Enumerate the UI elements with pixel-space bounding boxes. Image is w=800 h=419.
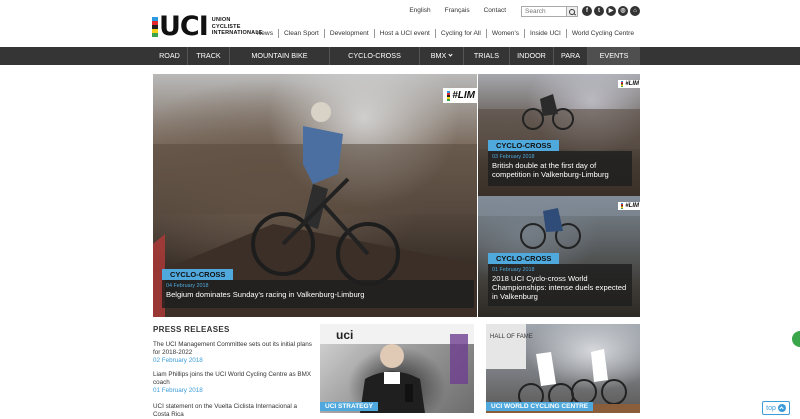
secnav-development[interactable]: Development: [323, 29, 374, 38]
hero-article-2[interactable]: #LIM CYCLO-CROSS 03 February 2018 Britis…: [478, 74, 640, 196]
nav-indoor[interactable]: INDOOR: [510, 47, 554, 65]
press-item-date: 02 February 2018: [153, 357, 203, 364]
hero-article-2-caption: 03 February 2018 British double at the f…: [488, 151, 632, 186]
secnav-world-cycling-centre[interactable]: World Cycling Centre: [565, 29, 639, 38]
language-english-link[interactable]: English: [402, 5, 437, 17]
secnav-news[interactable]: News: [252, 29, 279, 38]
hero-main-caption: 04 February 2018 Belgium dominates Sunda…: [162, 280, 474, 308]
press-item[interactable]: UCI statement on the Vuelta Ciclista Int…: [153, 403, 313, 419]
logo-letters: UCI: [159, 11, 209, 42]
hero-main-headline[interactable]: Belgium dominates Sunday's racing in Val…: [166, 290, 470, 299]
nav-bmx[interactable]: BMX: [420, 47, 464, 65]
chevron-down-icon: [448, 52, 453, 57]
hero-main-date: 04 February 2018: [166, 283, 209, 289]
hero-article-3-caption: 01 February 2018 2018 UCI Cyclo-cross Wo…: [488, 264, 632, 306]
hero-article-2-category[interactable]: CYCLO-CROSS: [488, 140, 560, 151]
facebook-icon[interactable]: f: [582, 6, 592, 16]
main-nav: ROAD TRACK MOUNTAIN BIKE CYCLO-CROSS BMX…: [0, 47, 800, 65]
side-feedback-widget[interactable]: [792, 331, 800, 347]
world-cycling-centre-tile[interactable]: HALL OF FAME UCI WORLD CYCLING CENTRE: [486, 324, 640, 413]
contact-link[interactable]: Contact: [477, 5, 513, 17]
youtube-icon[interactable]: ▶: [606, 6, 616, 16]
uci-logo[interactable]: UCI UNION CYCLISTE INTERNATIONALE: [152, 11, 263, 42]
press-item-text[interactable]: The UCI Management Committee sets out it…: [153, 341, 313, 357]
press-item[interactable]: The UCI Management Committee sets out it…: [153, 341, 313, 365]
nav-events[interactable]: EVENTS: [588, 47, 640, 65]
secnav-clean-sport[interactable]: Clean Sport: [278, 29, 324, 38]
hero-article-3-headline[interactable]: 2018 UCI Cyclo-cross World Championships…: [492, 274, 628, 301]
cart-icon[interactable]: ⌂: [630, 6, 640, 16]
hero-article-2-headline[interactable]: British double at the first day of compe…: [492, 161, 628, 179]
uci-strategy-label[interactable]: UCI STRATEGY: [320, 402, 378, 411]
wcc-photo: HALL OF FAME: [486, 324, 640, 413]
arrow-up-icon: [777, 404, 786, 412]
nav-road[interactable]: ROAD: [152, 47, 188, 65]
secondary-nav: News Clean Sport Development Host a UCI …: [252, 29, 640, 38]
strategy-photo-logo: uci: [336, 328, 353, 342]
hashtag-banner-2: #LIM: [618, 80, 640, 88]
instagram-icon[interactable]: ◎: [618, 6, 628, 16]
nav-mountain-bike[interactable]: MOUNTAIN BIKE: [230, 47, 330, 65]
hero-main-article[interactable]: #LIM CYCLO-CROSS 04 February 2018 Belgiu…: [153, 74, 477, 317]
back-to-top-label: top: [766, 404, 776, 412]
world-cycling-centre-label[interactable]: UCI WORLD CYCLING CENTRE: [486, 402, 594, 411]
language-french-link[interactable]: Français: [438, 5, 477, 17]
uci-strategy-tile[interactable]: uci UCI STRATEGY: [320, 324, 474, 413]
press-item[interactable]: Liam Phillips joins the UCI World Cyclin…: [153, 371, 313, 395]
secnav-inside-uci[interactable]: Inside UCI: [524, 29, 566, 38]
strategy-photo: uci: [320, 324, 474, 413]
search-input[interactable]: [521, 5, 567, 17]
hashtag-banner: #LIM: [443, 88, 477, 103]
secnav-host-event[interactable]: Host a UCI event: [373, 29, 435, 38]
nav-track[interactable]: TRACK: [188, 47, 230, 65]
top-bar: English Français Contact f t ▶ ◎ ⌂: [402, 5, 640, 17]
press-item-text[interactable]: Liam Phillips joins the UCI World Cyclin…: [153, 371, 313, 387]
search-icon[interactable]: [567, 5, 578, 17]
hero-article-3-category[interactable]: CYCLO-CROSS: [488, 253, 560, 264]
nav-trials[interactable]: TRIALS: [464, 47, 510, 65]
secnav-cycling-for-all[interactable]: Cycling for All: [434, 29, 486, 38]
logo-stripes: [152, 17, 158, 37]
hero-article-3-date: 01 February 2018: [492, 267, 535, 273]
hero-article-3[interactable]: #LIM CYCLO-CROSS 01 February 2018 2018 U…: [478, 196, 640, 317]
wcc-photo-sign: HALL OF FAME: [490, 334, 533, 340]
back-to-top-button[interactable]: top: [762, 401, 790, 415]
hero-article-2-date: 03 February 2018: [492, 154, 535, 160]
press-item-date: 01 February 2018: [153, 387, 203, 394]
nav-para[interactable]: PARA: [554, 47, 588, 65]
nav-cyclo-cross[interactable]: CYCLO-CROSS: [330, 47, 420, 65]
press-releases-title: PRESS RELEASES: [153, 325, 230, 334]
twitter-icon[interactable]: t: [594, 6, 604, 16]
hashtag-banner-3: #LIM: [618, 202, 640, 210]
hero-main-category[interactable]: CYCLO-CROSS: [162, 269, 234, 280]
press-item-text[interactable]: UCI statement on the Vuelta Ciclista Int…: [153, 403, 313, 419]
secnav-womens[interactable]: Women's: [485, 29, 524, 38]
